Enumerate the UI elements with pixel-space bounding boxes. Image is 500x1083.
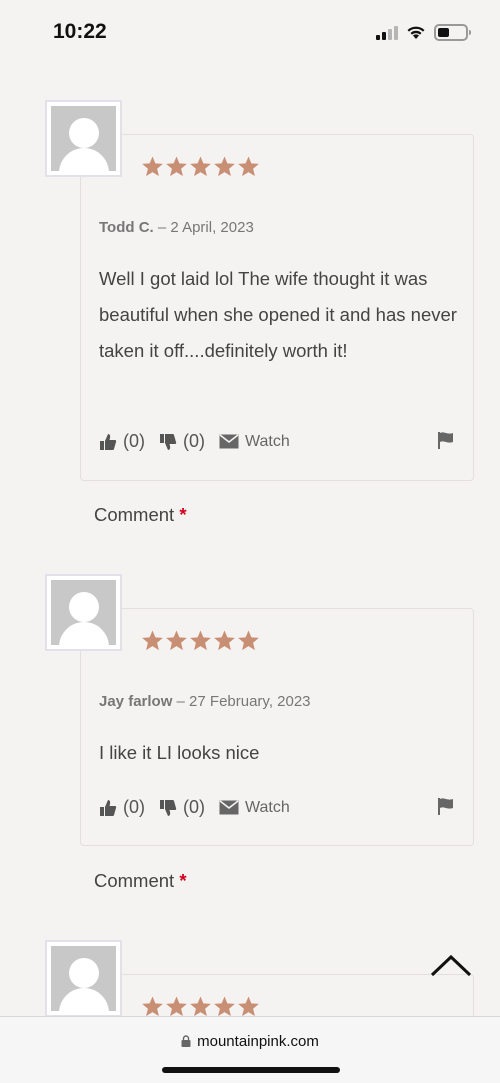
scroll-to-top-chevron-icon[interactable] xyxy=(430,953,472,977)
browser-url-bar[interactable]: mountainpink.com xyxy=(0,1016,500,1083)
watch-button[interactable]: Watch xyxy=(219,799,290,817)
avatar xyxy=(45,100,122,177)
cellular-signal-icon xyxy=(376,25,398,40)
required-mark: * xyxy=(179,504,187,525)
star-rating xyxy=(141,155,260,178)
like-button[interactable]: (0) xyxy=(99,797,145,818)
status-bar: 10:22 xyxy=(0,0,500,66)
review-author: Todd C. xyxy=(99,219,154,236)
star-icon xyxy=(214,156,235,177)
thumbs-up-icon xyxy=(100,799,117,816)
like-button[interactable]: (0) xyxy=(99,431,145,452)
review-date: – 27 February, 2023 xyxy=(172,693,311,710)
star-icon xyxy=(190,156,211,177)
avatar xyxy=(45,940,122,1017)
star-icon xyxy=(142,996,163,1017)
envelope-icon xyxy=(219,800,239,815)
review-card: Jay farlow – 27 February, 2023 I like it… xyxy=(80,608,474,846)
report-flag-icon[interactable] xyxy=(437,431,455,449)
dislike-count: (0) xyxy=(183,431,205,451)
review-actions: (0) (0) Watch xyxy=(99,797,304,818)
star-icon xyxy=(166,630,187,651)
thumbs-down-icon xyxy=(160,799,177,816)
star-icon xyxy=(238,996,259,1017)
envelope-icon xyxy=(219,434,239,449)
avatar xyxy=(45,574,122,651)
thumbs-up-icon xyxy=(100,433,117,450)
star-rating xyxy=(141,995,260,1018)
review-date: – 2 April, 2023 xyxy=(153,219,254,236)
review-text: Well I got laid lol The wife thought it … xyxy=(99,268,457,361)
star-rating xyxy=(141,629,260,652)
star-icon xyxy=(238,156,259,177)
url-text: mountainpink.com xyxy=(197,1033,319,1050)
comment-label: Comment xyxy=(94,504,175,525)
dislike-count: (0) xyxy=(183,797,205,817)
url-display[interactable]: mountainpink.com xyxy=(0,1033,500,1050)
watch-label: Watch xyxy=(245,798,290,816)
dislike-button[interactable]: (0) xyxy=(159,797,205,818)
review-card: Todd C. – 2 April, 2023 Well I got laid … xyxy=(80,134,474,481)
review-author: Jay farlow xyxy=(99,693,173,710)
lock-icon xyxy=(181,1035,191,1047)
watch-label: Watch xyxy=(245,432,290,450)
star-icon xyxy=(214,996,235,1017)
comment-toggle[interactable]: Comment * xyxy=(94,504,187,526)
status-time: 10:22 xyxy=(53,20,107,43)
thumbs-down-icon xyxy=(160,433,177,450)
required-mark: * xyxy=(179,870,187,891)
star-icon xyxy=(214,630,235,651)
star-icon xyxy=(166,156,187,177)
review-text: I like it LI looks nice xyxy=(99,742,260,763)
star-icon xyxy=(190,996,211,1017)
home-indicator[interactable] xyxy=(162,1067,340,1073)
star-icon xyxy=(142,156,163,177)
like-count: (0) xyxy=(123,797,145,817)
like-count: (0) xyxy=(123,431,145,451)
review-actions: (0) (0) Watch xyxy=(99,431,304,452)
report-flag-icon[interactable] xyxy=(437,797,455,815)
comment-toggle[interactable]: Comment * xyxy=(94,870,187,892)
dislike-button[interactable]: (0) xyxy=(159,431,205,452)
review-meta: Todd C. – 2 April, 2023 xyxy=(99,219,254,236)
comment-label: Comment xyxy=(94,870,175,891)
star-icon xyxy=(238,630,259,651)
star-icon xyxy=(190,630,211,651)
wifi-icon xyxy=(407,26,425,39)
status-icons xyxy=(376,24,471,41)
star-icon xyxy=(142,630,163,651)
watch-button[interactable]: Watch xyxy=(219,433,290,451)
battery-icon xyxy=(434,24,471,41)
review-meta: Jay farlow – 27 February, 2023 xyxy=(99,693,311,710)
star-icon xyxy=(166,996,187,1017)
